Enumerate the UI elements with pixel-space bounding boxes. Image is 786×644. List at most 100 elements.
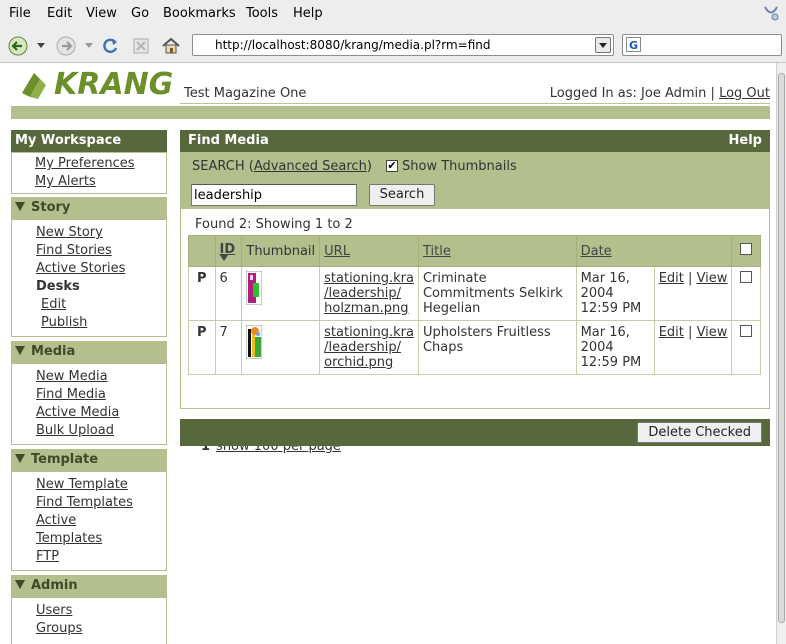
sidebar-item-find-templates[interactable]: Find Templates bbox=[36, 495, 133, 510]
sidebar-item-new-media[interactable]: New Media bbox=[36, 369, 108, 384]
sidebar-item-active-templates[interactable]: Active bbox=[36, 513, 76, 528]
url-text[interactable]: http://localhost:8080/krang/media.pl?rm=… bbox=[215, 38, 491, 52]
menu-help[interactable]: Help bbox=[293, 6, 323, 21]
select-cell[interactable] bbox=[731, 320, 761, 375]
header-divider bbox=[180, 103, 770, 104]
browser-toolbar: http://localhost:8080/krang/media.pl?rm=… bbox=[0, 28, 786, 63]
url-cell[interactable]: stationing.kra/leadership/orchid.png bbox=[319, 320, 419, 375]
sidebar-item-find-media[interactable]: Find Media bbox=[36, 387, 106, 402]
login-separator: | bbox=[710, 86, 715, 101]
row-checkbox[interactable] bbox=[740, 325, 753, 337]
media-url-link[interactable]: stationing.kra/leadership/holzman.png bbox=[324, 271, 414, 316]
title-column-header[interactable]: Title bbox=[417, 235, 577, 267]
thumbnail-cell[interactable] bbox=[241, 266, 321, 321]
menu-view[interactable]: View bbox=[86, 6, 117, 21]
sidebar-item-desks-publish[interactable]: Publish bbox=[41, 315, 87, 330]
search-engine-icon[interactable]: G bbox=[626, 37, 641, 52]
find-media-header: Find Media Help bbox=[180, 130, 770, 152]
search-label: SEARCH (Advanced Search) bbox=[192, 159, 372, 174]
url-sort-link[interactable]: URL bbox=[324, 244, 350, 259]
sidebar-item-active-templates-2[interactable]: Templates bbox=[36, 531, 102, 546]
sidebar-item-new-story[interactable]: New Story bbox=[36, 225, 103, 240]
url-bar[interactable]: http://localhost:8080/krang/media.pl?rm=… bbox=[192, 34, 614, 56]
url-history-dropdown[interactable] bbox=[595, 37, 611, 53]
sidebar-item-my-preferences[interactable]: My Preferences bbox=[35, 156, 135, 171]
logged-in-label: Logged In as: Joe Admin bbox=[549, 86, 707, 101]
select-all-checkbox[interactable] bbox=[740, 243, 753, 255]
edit-link[interactable]: Edit bbox=[659, 325, 684, 340]
help-link[interactable]: Help bbox=[729, 130, 762, 152]
url-column-header[interactable]: URL bbox=[319, 235, 419, 267]
sidebar-item-find-stories[interactable]: Find Stories bbox=[36, 243, 112, 258]
sidebar-item-bulk-upload[interactable]: Bulk Upload bbox=[36, 423, 114, 438]
sidebar-desks-heading: Desks bbox=[36, 279, 80, 294]
thumbnail-cell[interactable] bbox=[241, 320, 321, 375]
find-media-footer: Delete Checked bbox=[180, 419, 770, 446]
view-link[interactable]: View bbox=[697, 271, 728, 286]
results-header-row: ID Thumbnail URL Title Date bbox=[188, 235, 761, 267]
status-cell: P bbox=[188, 266, 216, 321]
forward-arrow-icon[interactable] bbox=[56, 36, 76, 56]
page-scrollbar[interactable] bbox=[776, 63, 786, 644]
menu-edit[interactable]: Edit bbox=[47, 6, 72, 21]
home-icon[interactable] bbox=[161, 36, 181, 56]
search-input[interactable] bbox=[191, 184, 357, 206]
view-link[interactable]: View bbox=[697, 325, 728, 340]
browser-search-field[interactable]: G bbox=[622, 34, 782, 56]
sidebar-item-ftp[interactable]: FTP bbox=[36, 549, 59, 564]
sidebar-item-my-alerts[interactable]: My Alerts bbox=[35, 174, 96, 189]
login-status: Logged In as: Joe Admin | Log Out bbox=[550, 86, 770, 101]
stop-icon[interactable] bbox=[131, 36, 151, 56]
back-arrow-icon[interactable] bbox=[8, 36, 28, 56]
back-history-dropdown[interactable] bbox=[37, 43, 45, 48]
menu-go[interactable]: Go bbox=[131, 6, 149, 21]
select-all-header[interactable] bbox=[731, 235, 761, 267]
status-cell: P bbox=[188, 320, 216, 375]
select-cell[interactable] bbox=[731, 266, 761, 321]
title-sort-link[interactable]: Title bbox=[423, 244, 451, 259]
date-column-header[interactable]: Date bbox=[575, 235, 733, 267]
collapse-triangle-icon bbox=[15, 580, 25, 589]
scrollbar-thumb[interactable] bbox=[778, 73, 785, 623]
menu-file[interactable]: File bbox=[9, 6, 31, 21]
show-thumbnails-label[interactable]: Show Thumbnails bbox=[402, 159, 517, 174]
krang-logo[interactable]: KRANG bbox=[20, 67, 173, 105]
sidebar-item-active-stories[interactable]: Active Stories bbox=[36, 261, 125, 276]
sidebar-section-media[interactable]: Media bbox=[11, 341, 167, 363]
url-line: stationing.kra bbox=[324, 325, 414, 340]
sidebar-item-users[interactable]: Users bbox=[36, 603, 72, 618]
collapse-triangle-icon bbox=[15, 454, 25, 463]
delete-checked-button[interactable]: Delete Checked bbox=[637, 422, 762, 443]
sidebar-item-desks-edit[interactable]: Edit bbox=[41, 297, 66, 312]
logout-link[interactable]: Log Out bbox=[719, 86, 770, 101]
media-thumbnail-orchid[interactable] bbox=[245, 324, 263, 360]
publication-name: Test Magazine One bbox=[184, 86, 307, 101]
id-sort-link[interactable]: ID bbox=[220, 242, 236, 257]
actions-cell: Edit | View bbox=[653, 266, 733, 321]
sidebar-section-template[interactable]: Template bbox=[11, 449, 167, 471]
menu-bookmarks[interactable]: Bookmarks bbox=[163, 6, 236, 21]
sidebar-item-groups[interactable]: Groups bbox=[36, 621, 82, 636]
sidebar-section-story[interactable]: Story bbox=[11, 197, 167, 219]
status-column-header bbox=[188, 235, 216, 267]
sidebar-section-story-label: Story bbox=[31, 200, 71, 215]
sidebar-item-new-template[interactable]: New Template bbox=[36, 477, 128, 492]
row-checkbox[interactable] bbox=[740, 271, 753, 283]
media-url-link[interactable]: stationing.kra/leadership/orchid.png bbox=[324, 325, 414, 370]
url-cell[interactable]: stationing.kra/leadership/holzman.png bbox=[319, 266, 419, 321]
url-line: holzman.png bbox=[324, 301, 409, 316]
menu-tools[interactable]: Tools bbox=[246, 6, 278, 21]
show-thumbnails-checkbox[interactable]: ✔ bbox=[386, 160, 398, 172]
url-line: stationing.kra bbox=[324, 271, 414, 286]
forward-history-dropdown[interactable] bbox=[85, 43, 93, 48]
date-sort-link[interactable]: Date bbox=[581, 244, 612, 259]
edit-link[interactable]: Edit bbox=[659, 271, 684, 286]
reload-icon[interactable] bbox=[100, 36, 120, 56]
search-label-text: SEARCH ( bbox=[192, 159, 254, 174]
sidebar-section-admin[interactable]: Admin bbox=[11, 575, 167, 597]
media-thumbnail-holzman[interactable] bbox=[245, 270, 263, 306]
search-button[interactable]: Search bbox=[369, 184, 435, 206]
advanced-search-link[interactable]: Advanced Search bbox=[254, 159, 367, 174]
id-column-header[interactable]: ID bbox=[214, 235, 243, 267]
sidebar-item-active-media[interactable]: Active Media bbox=[36, 405, 119, 420]
